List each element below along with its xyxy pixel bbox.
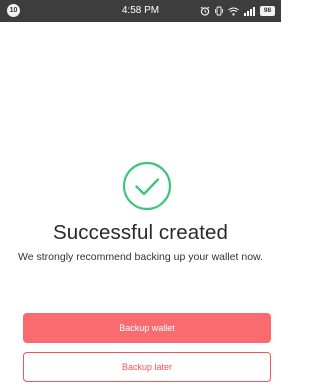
page-title: Successful created (53, 221, 228, 244)
success-check-icon (122, 161, 172, 211)
alarm-icon (200, 6, 210, 16)
page-subtitle: We strongly recommend backing up your wa… (18, 251, 263, 263)
signal-icon (244, 6, 255, 16)
backup-wallet-button[interactable]: Backup wallet (23, 313, 271, 343)
battery-icon: 98 (260, 6, 275, 16)
status-bar: 10 4:58 PM 98 (0, 0, 281, 22)
wifi-icon (228, 7, 239, 15)
vibrate-icon (215, 6, 223, 16)
status-icons: 98 (200, 4, 275, 18)
backup-later-button[interactable]: Backup later (23, 352, 271, 382)
